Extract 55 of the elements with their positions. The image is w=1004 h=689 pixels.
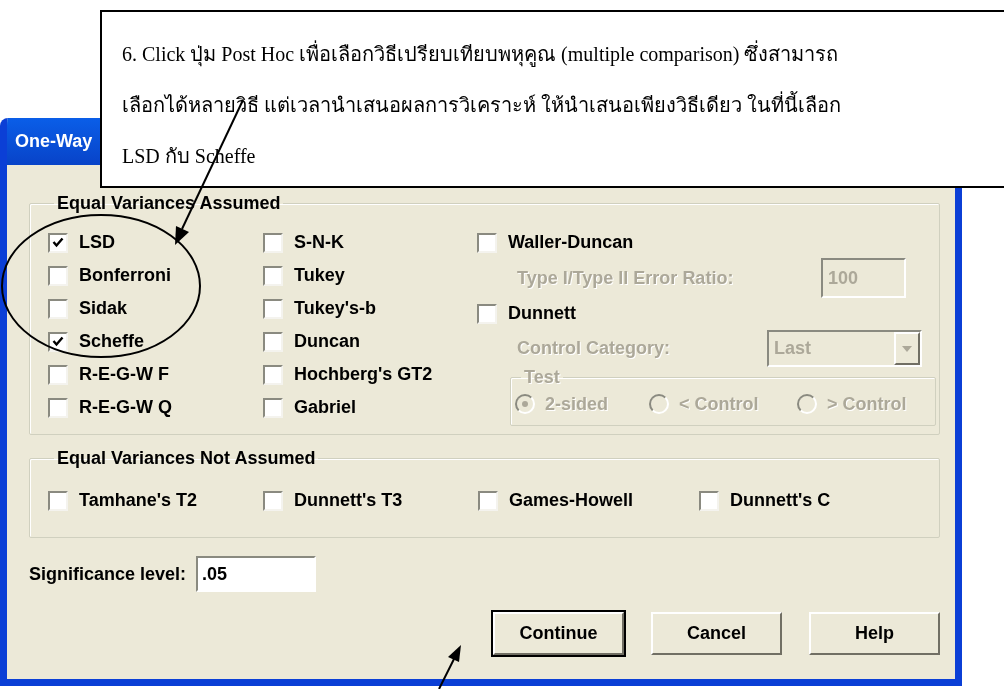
dialog-button[interactable]: Cancel <box>651 612 782 655</box>
checkbox-label: LSD <box>79 232 115 253</box>
caret-icon <box>902 345 912 352</box>
checkbox[interactable] <box>48 397 68 418</box>
checkbox[interactable] <box>263 298 283 319</box>
check-icon <box>52 336 64 347</box>
checkbox[interactable] <box>48 265 68 286</box>
checkbox-label: Dunnett's T3 <box>294 490 403 511</box>
checkbox[interactable] <box>263 232 283 253</box>
check-icon <box>52 237 64 248</box>
checkbox[interactable] <box>263 364 283 385</box>
checkbox-label: Gabriel <box>294 397 357 418</box>
checkbox-label: Duncan <box>294 331 360 352</box>
checkbox-label: Sidak <box>79 298 128 319</box>
checkbox-label: Tukey's-b <box>294 298 376 319</box>
checkbox-label: Dunnett <box>508 303 576 324</box>
checkbox[interactable] <box>48 364 68 385</box>
dialog-button[interactable]: Help <box>809 612 940 655</box>
radio-label: < Control <box>679 393 759 415</box>
checkbox-label: Games-Howell <box>509 490 634 511</box>
checkbox-label: Tukey <box>294 265 345 286</box>
checkbox[interactable] <box>48 298 68 319</box>
field-label: Type I/Type II Error Ratio: <box>517 267 734 289</box>
field-label: Control Category: <box>517 338 670 359</box>
checkbox-label: R-E-G-W F <box>79 364 169 385</box>
checkbox[interactable] <box>477 232 497 253</box>
checkbox[interactable] <box>263 265 283 286</box>
group-title: Equal Variances Assumed <box>56 193 282 213</box>
radio-label: 2-sided <box>545 393 609 415</box>
radio-label: > Control <box>827 393 907 415</box>
checkbox[interactable] <box>699 490 719 511</box>
callout-text: 6. Click ปุ่ม Post Hoc เพื่อเลือกวิธีเปรียบเทียบพหุคูณ (multiple comparison) ซึ่งสามารถ <box>122 29 1004 80</box>
checkbox[interactable] <box>48 232 68 253</box>
group-title: Equal Variances Not Assumed <box>56 448 317 468</box>
checkbox-label: S-N-K <box>294 232 344 253</box>
field-label: Significance level: <box>29 563 187 585</box>
dialog-button[interactable]: Continue <box>493 612 624 655</box>
checkbox-label: Scheffe <box>79 331 145 352</box>
arrow <box>438 645 461 689</box>
checkbox-label: Waller-Duncan <box>508 232 634 253</box>
window-title: One-Way <box>15 131 93 152</box>
checkbox-label: Dunnett's C <box>730 490 831 511</box>
checkbox[interactable] <box>263 397 283 418</box>
checkbox[interactable] <box>478 490 498 511</box>
checkbox-label: R-E-G-W Q <box>79 397 172 418</box>
checkbox[interactable] <box>48 490 68 511</box>
checkbox[interactable] <box>263 331 283 352</box>
checkbox[interactable] <box>48 331 68 352</box>
checkbox-label: Tamhane's T2 <box>79 490 197 511</box>
checkbox-label: Bonferroni <box>79 265 171 286</box>
group-title: Test <box>523 367 561 387</box>
checkbox-label: Hochberg's GT2 <box>294 364 433 385</box>
significance-field[interactable]: .05 <box>196 556 317 592</box>
checkbox[interactable] <box>263 490 283 511</box>
checkbox[interactable] <box>477 303 497 324</box>
